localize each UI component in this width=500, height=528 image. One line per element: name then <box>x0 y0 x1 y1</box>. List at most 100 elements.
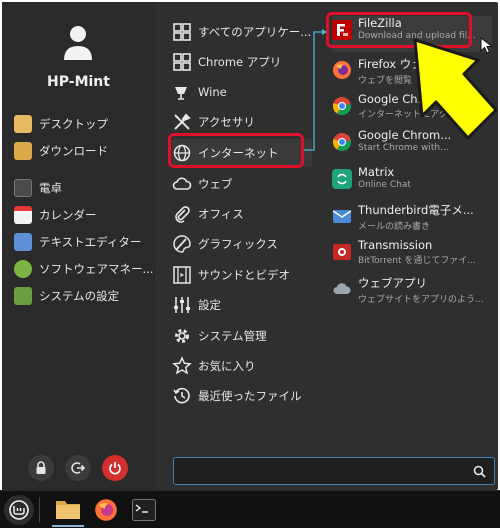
category-label: Chrome アプリ <box>198 55 282 69</box>
tools-icon <box>174 113 191 130</box>
app-name: Transmission <box>358 238 433 252</box>
favorite-label: ダウンロード <box>39 144 108 158</box>
category-web[interactable]: ウェブ <box>172 170 312 198</box>
app-description: BitTorrent を通じてファイ... <box>358 256 476 266</box>
wine-icon <box>175 87 187 100</box>
category-label: すべてのアプリケー... <box>198 25 312 39</box>
app-name: ウェブアプリ <box>358 276 427 290</box>
folder-desktop-icon <box>14 115 32 133</box>
favorite-label: カレンダー <box>39 208 97 222</box>
user-name: HP-Mint <box>47 74 110 90</box>
menu-button[interactable] <box>4 495 34 525</box>
mouse-cursor-icon <box>480 37 494 54</box>
category-graphics[interactable]: グラフィックス <box>172 230 312 258</box>
category-label: サウンドとビデオ <box>198 268 290 282</box>
taskbar-terminal-button[interactable] <box>130 495 158 525</box>
category-accessories[interactable]: アクセサリ <box>172 108 312 136</box>
search-box[interactable] <box>173 457 495 485</box>
category-chrome-apps[interactable]: Chrome アプリ <box>172 48 312 76</box>
logout-icon <box>71 462 85 474</box>
category-favorites[interactable]: お気に入り <box>172 352 312 380</box>
matrix-icon <box>332 169 352 189</box>
app-name: Thunderbird電子メ... <box>358 203 474 217</box>
favorite-label: システムの設定 <box>39 289 120 303</box>
thunderbird-icon <box>332 210 352 223</box>
chrome-icon <box>332 97 352 116</box>
category-label: お気に入り <box>198 359 256 373</box>
app-description: ウェブサイトをアプリのよう... <box>358 295 484 305</box>
cloud-icon <box>172 177 192 190</box>
mint-logo-icon <box>9 500 29 520</box>
favorite-label: 電卓 <box>39 181 62 195</box>
left-pane: HP-Mint デスクトップ ダウンロード 電卓 カレンダー テキストエディター… <box>2 2 155 490</box>
category-wine[interactable]: Wine <box>172 78 312 106</box>
grid-icon <box>173 23 191 41</box>
favorite-software-manager[interactable]: ソフトウェアマネー... <box>14 257 154 281</box>
sliders-icon <box>174 297 190 313</box>
category-label: オフィス <box>198 207 244 221</box>
favorite-desktop[interactable]: デスクトップ <box>14 112 154 136</box>
connector-line <box>304 29 327 151</box>
category-label: 最近使ったファイル <box>198 389 302 403</box>
palette-icon <box>173 235 191 253</box>
favorite-calculator[interactable]: 電卓 <box>14 176 154 200</box>
internet-highlight-box <box>168 133 304 168</box>
category-administration[interactable]: システム管理 <box>172 322 312 350</box>
category-label: システム管理 <box>198 329 267 343</box>
system-settings-icon <box>14 287 32 305</box>
category-recent-files[interactable]: 最近使ったファイル <box>172 382 312 410</box>
chrome-icon <box>332 133 352 152</box>
taskbar-separator <box>39 497 40 523</box>
history-icon <box>173 387 190 404</box>
category-all-applications[interactable]: すべてのアプリケー... <box>172 18 312 46</box>
category-sound-video[interactable]: サウンドとビデオ <box>172 261 312 289</box>
app-transmission[interactable]: Transmission BitTorrent を通じてファイ... <box>332 238 492 274</box>
favorite-label: ソフトウェアマネー... <box>39 262 154 276</box>
logout-button[interactable] <box>65 455 91 481</box>
lock-icon <box>36 461 46 474</box>
category-label: 設定 <box>198 298 221 312</box>
app-thunderbird[interactable]: Thunderbird電子メ... メールの読み書き <box>332 202 492 238</box>
favorite-system-settings[interactable]: システムの設定 <box>14 284 154 308</box>
lock-screen-button[interactable] <box>28 455 54 481</box>
firefox-icon <box>95 499 117 521</box>
taskbar-firefox-button[interactable] <box>92 495 120 525</box>
software-manager-icon <box>14 260 32 278</box>
search-icon <box>473 465 486 478</box>
transmission-icon <box>333 244 351 260</box>
favorite-label: テキストエディター <box>39 235 142 249</box>
star-icon <box>172 356 192 375</box>
category-label: ウェブ <box>198 177 233 191</box>
text-editor-icon <box>14 233 32 251</box>
folder-download-icon <box>14 142 32 160</box>
cog-icon <box>175 329 189 343</box>
folder-icon <box>56 501 80 519</box>
favorite-calendar[interactable]: カレンダー <box>14 203 154 227</box>
app-matrix[interactable]: Matrix Online Chat <box>332 165 492 201</box>
category-label: グラフィックス <box>198 237 278 251</box>
category-label: Wine <box>198 85 227 99</box>
category-office[interactable]: オフィス <box>172 200 312 228</box>
power-icon <box>109 462 121 475</box>
grid-icon <box>173 53 191 71</box>
shutdown-button[interactable] <box>102 455 128 481</box>
taskbar-files-button[interactable] <box>52 493 84 527</box>
favorite-label: デスクトップ <box>39 117 108 131</box>
app-web-apps[interactable]: ウェブアプリ ウェブサイトをアプリのよう... <box>332 275 492 311</box>
webapp-icon <box>333 283 351 294</box>
category-label: アクセサリ <box>198 115 255 129</box>
app-description: メールの読み書き <box>358 222 431 232</box>
category-list: すべてのアプリケー... Chrome アプリ Wine アクセサリ インターネ… <box>156 2 314 452</box>
app-name: Matrix <box>358 165 395 179</box>
calendar-icon <box>14 206 32 224</box>
calculator-icon <box>14 179 32 197</box>
paperclip-icon <box>175 206 190 223</box>
user-avatar-icon <box>64 26 92 60</box>
category-preferences[interactable]: 設定 <box>172 291 312 319</box>
terminal-icon <box>132 499 156 521</box>
search-input[interactable] <box>180 462 460 480</box>
favorite-downloads[interactable]: ダウンロード <box>14 139 154 163</box>
app-description: Online Chat <box>358 180 411 190</box>
firefox-icon <box>333 61 351 79</box>
favorite-text-editor[interactable]: テキストエディター <box>14 230 154 254</box>
